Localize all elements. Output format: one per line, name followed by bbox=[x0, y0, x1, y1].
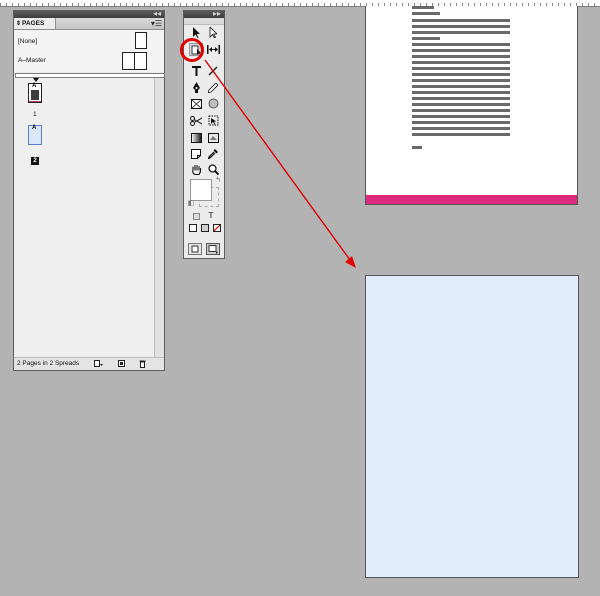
apply-color-row bbox=[189, 224, 221, 234]
text-line bbox=[412, 6, 434, 9]
zoom-tool-icon[interactable] bbox=[206, 163, 220, 176]
rectangle-frame-tool-icon[interactable] bbox=[189, 97, 203, 110]
text-line bbox=[412, 49, 510, 52]
formatting-container-icon[interactable] bbox=[192, 212, 200, 220]
page-number-label-selected: 2 bbox=[31, 157, 39, 165]
ellipse-tool-icon[interactable] bbox=[206, 97, 220, 110]
eyedropper-tool-icon[interactable] bbox=[206, 147, 220, 160]
text-line bbox=[412, 109, 510, 112]
scissors-tool-icon[interactable] bbox=[189, 114, 203, 127]
direct-selection-tool-icon[interactable] bbox=[206, 26, 220, 39]
delete-page-icon[interactable] bbox=[138, 360, 146, 368]
text-line bbox=[412, 43, 510, 46]
tools-drag-bar[interactable]: ▸▸ bbox=[184, 8, 224, 20]
panel-tab-row: ⇕PAGES ▾☰ bbox=[14, 18, 164, 30]
free-transform-tool-icon[interactable] bbox=[206, 114, 220, 127]
master-item-label: [None] bbox=[18, 38, 38, 45]
hand-tool-icon[interactable] bbox=[189, 163, 203, 176]
text-line bbox=[412, 85, 510, 88]
text-line bbox=[412, 91, 510, 94]
text-line bbox=[412, 146, 422, 149]
text-line bbox=[412, 133, 510, 136]
default-fill-stroke-icon[interactable]: ◧ bbox=[187, 199, 195, 207]
apply-gradient-button[interactable] bbox=[201, 224, 209, 232]
page-master-prefix: A bbox=[32, 125, 37, 131]
spread-marker-icon bbox=[33, 78, 39, 82]
text-line bbox=[412, 25, 510, 28]
master-a-thumbnail bbox=[122, 52, 147, 70]
tab-pages-label: PAGES bbox=[22, 20, 45, 27]
type-tool-icon[interactable] bbox=[189, 64, 203, 77]
pencil-tool-icon[interactable] bbox=[206, 81, 220, 94]
text-line bbox=[412, 127, 510, 130]
page-number-label: 1 bbox=[33, 111, 37, 118]
text-line bbox=[412, 121, 510, 124]
page-size-icon[interactable] bbox=[94, 360, 103, 367]
gap-tool-icon[interactable] bbox=[206, 43, 220, 56]
page-thumbnail-1[interactable]: A bbox=[28, 83, 42, 103]
fill-swatch[interactable] bbox=[190, 179, 212, 201]
tab-expand-icon: ⇕ bbox=[16, 21, 22, 27]
document-page-1[interactable] bbox=[365, 6, 578, 205]
note-tool-icon[interactable] bbox=[189, 147, 203, 160]
page-footer-preview bbox=[29, 101, 41, 102]
apply-none-button[interactable] bbox=[213, 224, 221, 232]
document-page-2[interactable] bbox=[365, 275, 579, 578]
text-line bbox=[412, 61, 510, 64]
gradient-feather-tool-icon[interactable] bbox=[206, 131, 220, 144]
pages-status-bar: 2 Pages in 2 Spreads bbox=[14, 357, 164, 370]
normal-view-button[interactable] bbox=[188, 243, 202, 255]
formatting-text-icon[interactable]: T bbox=[206, 210, 216, 220]
pages-panel: ◂◂ ⇕PAGES ▾☰ [None] A–Master A 1 A 2 2 P… bbox=[13, 9, 165, 371]
screen-mode-button[interactable] bbox=[206, 243, 220, 255]
master-item-label: A–Master bbox=[18, 57, 46, 64]
text-line bbox=[412, 31, 510, 34]
apply-color-button[interactable] bbox=[189, 224, 197, 232]
text-line bbox=[412, 79, 510, 82]
view-mode-row bbox=[188, 243, 224, 257]
text-line bbox=[412, 73, 510, 76]
master-item-a-master[interactable]: A–Master bbox=[14, 51, 164, 71]
panel-drag-bar[interactable]: ◂◂ bbox=[14, 9, 164, 18]
text-line bbox=[412, 55, 510, 58]
annotation-circle bbox=[180, 38, 204, 62]
collapse-tools-icon[interactable]: ▸▸ bbox=[213, 8, 221, 20]
master-none-thumbnail bbox=[135, 32, 147, 49]
pages-count-text: 2 Pages in 2 Spreads bbox=[17, 360, 80, 367]
swap-fill-stroke-icon[interactable]: ↰ bbox=[214, 176, 222, 184]
panel-menu-icon[interactable]: ▾☰ bbox=[151, 18, 162, 29]
text-line bbox=[412, 67, 510, 70]
pages-list: A 1 A 2 bbox=[14, 78, 154, 358]
tab-pages[interactable]: ⇕PAGES bbox=[14, 18, 56, 29]
page-master-prefix: A bbox=[32, 83, 37, 89]
text-line bbox=[412, 12, 440, 15]
masters-section: [None] A–Master bbox=[14, 30, 164, 72]
text-line bbox=[412, 37, 440, 40]
master-item-none[interactable]: [None] bbox=[14, 30, 164, 50]
line-tool-icon[interactable] bbox=[206, 64, 220, 77]
page-thumbnail-2[interactable]: A bbox=[28, 125, 42, 145]
new-page-icon[interactable] bbox=[117, 360, 125, 367]
pen-tool-icon[interactable] bbox=[189, 81, 203, 94]
page-footer-bar bbox=[366, 195, 577, 204]
page-content-preview bbox=[31, 90, 39, 100]
text-line bbox=[412, 19, 510, 22]
pages-scrollbar[interactable] bbox=[154, 78, 164, 358]
text-line bbox=[412, 115, 510, 118]
text-line bbox=[412, 103, 510, 106]
gradient-swatch-tool-icon[interactable] bbox=[189, 131, 203, 144]
text-line bbox=[412, 97, 510, 100]
